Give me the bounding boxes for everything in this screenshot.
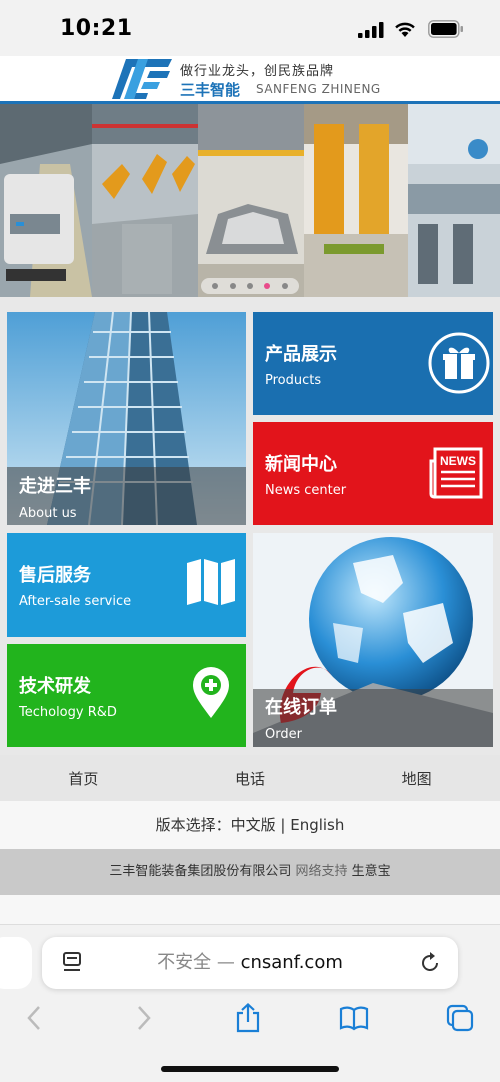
tile-rnd-subtitle: Techology R&D [19, 705, 117, 720]
not-secure-label: 不安全 [157, 952, 212, 973]
footer-link-map[interactable]: 地图 [333, 768, 500, 789]
tile-aftersale-title: 售后服务 [19, 565, 91, 586]
tile-order-title: 在线订单 [265, 697, 337, 718]
banner-image-agv [0, 104, 92, 297]
carousel-dot[interactable] [212, 283, 219, 289]
tile-news-center[interactable]: 新闻中心 News center NEWS [253, 422, 493, 525]
tile-online-order[interactable]: 在线订单 Order [253, 533, 493, 747]
tile-about-us[interactable]: 走进三丰 About us [7, 312, 246, 525]
gift-icon [428, 332, 490, 394]
newspaper-icon: NEWS [429, 447, 483, 499]
forward-icon[interactable] [128, 1003, 158, 1033]
tile-rnd-title: 技术研发 [19, 676, 91, 697]
previous-tab-preview[interactable] [0, 937, 32, 989]
reload-icon[interactable] [418, 951, 442, 975]
version-link-cn[interactable]: 中文版 [231, 816, 276, 834]
banner-image-robots [92, 104, 198, 297]
tabs-icon[interactable] [445, 1003, 475, 1033]
tile-rnd[interactable]: 技术研发 Techology R&D [7, 644, 246, 747]
browser-toolbar: 不安全 — cnsanf.com [0, 924, 500, 1082]
url-domain: cnsanf.com [240, 952, 343, 973]
footer-nav: 首页 电话 地图 [0, 755, 500, 801]
brand-name-cn: 三丰智能 [180, 81, 241, 99]
carousel-dot-active[interactable] [264, 283, 271, 289]
back-icon[interactable] [20, 1003, 50, 1033]
support-link[interactable]: 生意宝 [352, 864, 391, 879]
tile-order-subtitle: Order [265, 727, 302, 742]
banner-image-production-line [408, 104, 500, 297]
cellular-signal-icon [358, 22, 384, 38]
tile-products[interactable]: 产品展示 Products [253, 312, 493, 415]
version-link-en[interactable]: English [290, 816, 344, 834]
url-display: 不安全 — cnsanf.com [42, 937, 458, 989]
share-icon[interactable] [233, 1003, 263, 1033]
status-time: 10:21 [60, 16, 133, 41]
site-header: 做行业龙头，创民族品牌 三丰智能 SANFENG ZHINENG [0, 56, 500, 104]
tile-news-title: 新闻中心 [265, 454, 337, 475]
url-dash: — [211, 952, 241, 973]
map-icon [187, 559, 235, 605]
banner-carousel[interactable] [0, 104, 500, 297]
carousel-indicators [201, 278, 299, 294]
sanfeng-logo-icon[interactable] [108, 57, 174, 101]
tile-about-subtitle: About us [19, 506, 77, 521]
wifi-icon [395, 22, 415, 37]
tile-after-sale[interactable]: 售后服务 After-sale service [7, 533, 246, 637]
tile-products-title: 产品展示 [265, 344, 337, 365]
banner-image-assembly [304, 104, 408, 297]
version-separator: | [275, 816, 291, 834]
brand-name-en: SANFENG ZHINENG [256, 82, 381, 96]
banner-image-car-body [198, 104, 304, 297]
company-name: 三丰智能装备集团股份有限公司 [109, 864, 292, 879]
carousel-dot[interactable] [229, 283, 236, 289]
footer-link-phone[interactable]: 电话 [167, 768, 334, 789]
carousel-dot[interactable] [246, 283, 253, 289]
bookmarks-icon[interactable] [339, 1003, 369, 1033]
version-label: 版本选择： [155, 816, 231, 834]
address-bar[interactable]: 不安全 — cnsanf.com [42, 937, 458, 989]
footer-link-home[interactable]: 首页 [0, 768, 167, 789]
tile-about-title: 走进三丰 [19, 476, 91, 497]
copyright-bar: 三丰智能装备集团股份有限公司 网络支持 生意宝 [0, 849, 500, 895]
home-indicator [161, 1066, 339, 1072]
location-pin-icon [193, 667, 229, 718]
header-slogan: 做行业龙头，创民族品牌 [180, 64, 335, 79]
battery-icon [428, 20, 463, 38]
tile-news-subtitle: News center [265, 483, 347, 498]
news-badge-text: NEWS [440, 454, 476, 468]
support-label: 网络支持 [295, 864, 348, 879]
tile-products-subtitle: Products [265, 373, 322, 388]
carousel-dot[interactable] [281, 283, 288, 289]
menu-grid: 走进三丰 About us 产品展示 Products 新闻中心 News ce… [0, 297, 500, 755]
status-bar: 10:21 [0, 0, 500, 56]
tile-aftersale-subtitle: After-sale service [19, 594, 132, 609]
version-selector: 版本选择：中文版 | English [0, 801, 500, 849]
